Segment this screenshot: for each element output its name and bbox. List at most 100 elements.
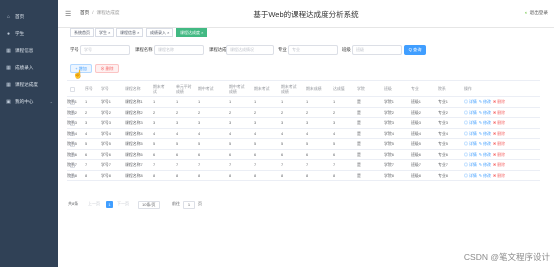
table-cell: 学号8 <box>101 172 111 178</box>
search-button[interactable]: Q 查询 <box>404 45 426 55</box>
row-actions: ◎ 详情 ✎ 修改 ✖ 删除 <box>464 171 505 182</box>
detail-button[interactable]: ◎ 详情 <box>464 131 477 136</box>
edit-button[interactable]: ✎ 修改 <box>479 99 491 104</box>
table-cell: 1 <box>254 99 257 104</box>
edit-button[interactable]: ✎ 修改 <box>479 131 491 136</box>
attainment-input[interactable]: 课程达成情况 <box>226 45 274 55</box>
table-cell: 3 <box>198 120 201 125</box>
detail-button[interactable]: ◎ 详情 <box>464 110 477 115</box>
sidebar-item-course-info[interactable]: ▦ 课程信息 <box>0 44 58 57</box>
edit-button[interactable]: ✎ 修改 <box>479 173 491 178</box>
xuehao-input[interactable]: 学号 <box>80 45 130 55</box>
table-cell: 6 <box>333 151 336 157</box>
goto-page-input[interactable]: 1 <box>183 200 195 209</box>
tab-course-attainment[interactable]: 课程达成度 × <box>176 28 208 37</box>
filter-label-course: 课程名称 <box>135 47 153 52</box>
sidebar-item-course-attainment[interactable]: ▦ 课程达成度 <box>0 78 58 91</box>
next-page-button[interactable]: 下一页 <box>117 200 129 208</box>
select-all-checkbox[interactable] <box>70 87 75 92</box>
table-cell: 是 <box>357 109 361 115</box>
data-table: 序号 学号 课程名称 期末考试 单元平时成绩 期中考试 期中考试成绩 期末考试 … <box>67 80 540 181</box>
edit-button[interactable]: ✎ 修改 <box>479 110 491 115</box>
detail-button[interactable]: ◎ 详情 <box>464 152 477 157</box>
row-delete-button[interactable]: ✖ 删除 <box>493 131 505 136</box>
row-delete-button[interactable]: ✖ 删除 <box>493 120 505 125</box>
grid-icon: ▣ <box>6 98 11 105</box>
grid-icon: ▦ <box>6 64 11 71</box>
edit-button[interactable]: ✎ 修改 <box>479 120 491 125</box>
table-cell: 2 <box>176 109 179 115</box>
col-header: 学院 <box>357 86 365 92</box>
table-row: 2 学号2 课程名称2 2 2 2 2 2 2 2 2 是 学院2 班级2 专业2 院系2 ◎ 详情 ✎ 修改 ✖ … <box>67 108 540 118</box>
table-cell: 学号1 <box>101 99 111 104</box>
edit-button[interactable]: ✎ 修改 <box>479 152 491 157</box>
row-actions: ◎ 详情 ✎ 修改 ✖ 删除 <box>464 129 505 140</box>
table-cell: 班级2 <box>411 109 421 115</box>
table-cell: 院系3 <box>67 120 77 125</box>
table-cell: 4 <box>333 130 336 136</box>
table-cell: 3 <box>333 120 336 125</box>
page-number-1[interactable]: 1 <box>106 200 113 208</box>
row-delete-button[interactable]: ✖ 删除 <box>493 173 505 178</box>
row-delete-button[interactable]: ✖ 删除 <box>493 141 505 146</box>
row-actions: ◎ 详情 ✎ 修改 ✖ 删除 <box>464 150 505 161</box>
tab-student[interactable]: 学生 × <box>95 28 115 37</box>
table-cell: 8 <box>281 172 284 178</box>
table-cell: 2 <box>281 109 284 115</box>
chevron-down-icon: ⌄ <box>49 99 53 104</box>
detail-button[interactable]: ◎ 详情 <box>464 120 477 125</box>
prev-page-button[interactable]: 上一页 <box>88 200 100 208</box>
table-cell: 6 <box>254 151 257 157</box>
detail-button[interactable]: ◎ 详情 <box>464 162 477 167</box>
tab-score-entry[interactable]: 成绩录入 × <box>146 28 174 37</box>
sidebar-item-score-entry[interactable]: ▦ 成绩录入 <box>0 61 58 74</box>
table-row: 3 学号3 课程名称3 3 3 3 3 3 3 3 3 是 学院3 班级3 专业3 院系3 ◎ 详情 ✎ 修改 ✖ … <box>67 118 540 129</box>
edit-button[interactable]: ✎ 修改 <box>479 162 491 167</box>
course-name-input[interactable]: 课程名称 <box>154 45 204 55</box>
table-row: 8 学号8 课程名称8 8 8 8 8 8 8 8 8 是 学院8 班级8 专业8 院系8 ◎ 详情 ✎ 修改 ✖ … <box>67 171 540 182</box>
table-cell: 班级4 <box>411 130 421 136</box>
page-size-select[interactable]: 10条/页 <box>138 200 160 209</box>
tab-course-info[interactable]: 课程信息 × <box>116 28 144 37</box>
table-row: 5 学号5 课程名称5 5 5 5 5 5 5 5 5 是 学院5 班级5 专业5 院系5 ◎ 详情 ✎ 修改 ✖ … <box>67 139 540 150</box>
detail-button[interactable]: ◎ 详情 <box>464 141 477 146</box>
table-cell: 是 <box>357 130 361 136</box>
table-cell: 2 <box>85 109 88 115</box>
table-cell: 3 <box>306 120 309 125</box>
csdn-watermark: CSDN @笔文程序设计 <box>463 252 550 262</box>
col-header: 课程名称 <box>125 86 141 92</box>
tags-view: 系统首页 学生 × 课程信息 × 成绩录入 × 课程达成度 × <box>58 28 554 37</box>
row-delete-button[interactable]: ✖ 删除 <box>493 99 505 104</box>
table-cell: 5 <box>333 141 336 146</box>
table-cell: 1 <box>176 99 179 104</box>
table-cell: 学院4 <box>384 130 394 136</box>
edit-button[interactable]: ✎ 修改 <box>479 141 491 146</box>
row-delete-button[interactable]: ✖ 删除 <box>493 152 505 157</box>
table-cell: 8 <box>229 172 232 178</box>
sidebar-item-label: 课程达成度 <box>15 81 38 87</box>
row-delete-button[interactable]: ✖ 删除 <box>493 162 505 167</box>
table-cell: 课程名称7 <box>125 162 143 167</box>
table-cell: 3 <box>254 120 257 125</box>
tab-home[interactable]: 系统首页 <box>70 28 94 37</box>
detail-button[interactable]: ◎ 详情 <box>464 173 477 178</box>
logout-button[interactable]: ◐ 退出登录 <box>525 10 548 16</box>
table-cell: 专业8 <box>438 172 448 178</box>
sidebar-item-home[interactable]: ⌂ 首页 <box>0 10 58 23</box>
filter-label-attainment: 课程达成 <box>209 47 227 52</box>
delete-button[interactable]: ⊗ 删除 <box>95 64 119 73</box>
table-cell: 7 <box>85 162 88 167</box>
table-cell: 2 <box>198 109 201 115</box>
table-cell: 7 <box>333 162 336 167</box>
topbar: ☰ 首页 / 课程达成度 基于Web的课程达成度分析系统 ◐ 退出登录 <box>58 0 554 28</box>
major-input[interactable]: 专业 <box>288 45 338 55</box>
table-cell: 课程名称2 <box>125 109 143 115</box>
col-header: 期末成绩 <box>306 86 322 92</box>
sidebar-item-my-center[interactable]: ▣ 我的中心 ⌄ <box>0 95 58 108</box>
table-cell: 学号3 <box>101 120 111 125</box>
row-delete-button[interactable]: ✖ 删除 <box>493 110 505 115</box>
detail-button[interactable]: ◎ 详情 <box>464 99 477 104</box>
class-input[interactable]: 班级 <box>352 45 402 55</box>
sidebar-item-student[interactable]: ● 学生 <box>0 27 58 40</box>
col-header: 达成值 <box>333 86 345 92</box>
